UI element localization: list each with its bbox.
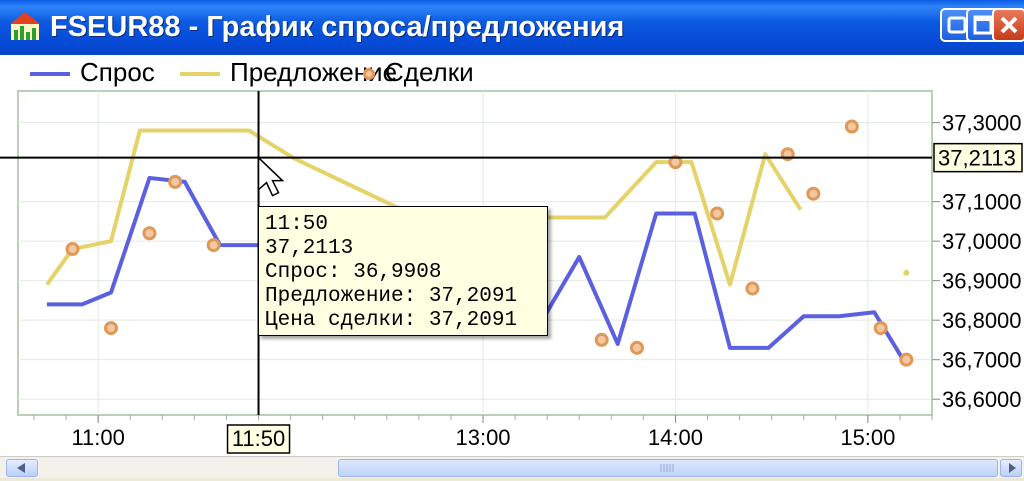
scroll-right-button[interactable] [1000, 459, 1022, 477]
x-tick-label: 11:00 [71, 425, 124, 450]
deal-point [899, 352, 914, 367]
tooltip-price: 37,2113 [265, 237, 354, 260]
legend-line-icon [30, 72, 70, 77]
deal-point [206, 238, 221, 253]
deal-point [594, 332, 609, 347]
chart-window: FSEUR88 - График спроса/предложения Спро… [0, 0, 1024, 478]
window-title: FSEUR88 - График спроса/предложения [50, 11, 625, 43]
x-tick-label: 13:00 [455, 425, 510, 450]
x-tick-label: 15:00 [840, 425, 895, 450]
tooltip-supply: Предложение: 37,2091 [265, 285, 518, 308]
deal-point [142, 226, 157, 241]
crosshair-y-label: 37,2113 [938, 146, 1016, 171]
tooltip-deal: Цена сделки: 37,2091 [265, 309, 518, 332]
scroll-thumb[interactable] [338, 459, 998, 477]
chart-legend: Спрос Предложение Сделки [0, 55, 1024, 89]
legend-item-deals: Сделки [363, 55, 474, 89]
tooltip-demand: Спрос: 36,9908 [265, 261, 442, 284]
title-bar[interactable]: FSEUR88 - График спроса/предложения [0, 0, 1024, 55]
deal-point [844, 119, 859, 134]
x-tick-label: 14:00 [648, 425, 703, 450]
legend-label: Сделки [385, 57, 474, 87]
scroll-left-button[interactable] [6, 459, 38, 477]
data-tooltip: 11:50 37,2113 Спрос: 36,9908 Предложение… [258, 206, 548, 336]
deal-point [710, 206, 725, 221]
legend-label: Спрос [80, 57, 155, 87]
chart-app-icon [8, 10, 42, 42]
deal-point [873, 321, 888, 336]
y-tick-label: 37,0000 [942, 229, 1022, 254]
crosshair-x-label: 11:50 [232, 426, 285, 451]
deal-point [806, 186, 821, 201]
y-tick-label: 37,1000 [942, 190, 1022, 215]
y-tick-label: 36,7000 [942, 348, 1022, 373]
y-tick-label: 36,9000 [942, 269, 1022, 294]
deal-point [629, 340, 644, 355]
legend-item-demand: Спрос [30, 55, 155, 89]
deal-point [168, 174, 183, 189]
tooltip-time: 11:50 [265, 213, 329, 236]
deal-point [745, 281, 760, 296]
y-tick-label: 36,8000 [942, 308, 1022, 333]
legend-dot-icon [363, 68, 375, 81]
deal-point [104, 321, 119, 336]
close-button[interactable] [992, 8, 1024, 42]
legend-line-icon [180, 72, 220, 77]
y-tick-label: 36,6000 [942, 387, 1022, 412]
y-tick-label: 37,3000 [942, 111, 1022, 136]
deal-point [65, 242, 80, 257]
supply-point [903, 269, 910, 276]
horizontal-scrollbar[interactable] [0, 456, 1024, 478]
